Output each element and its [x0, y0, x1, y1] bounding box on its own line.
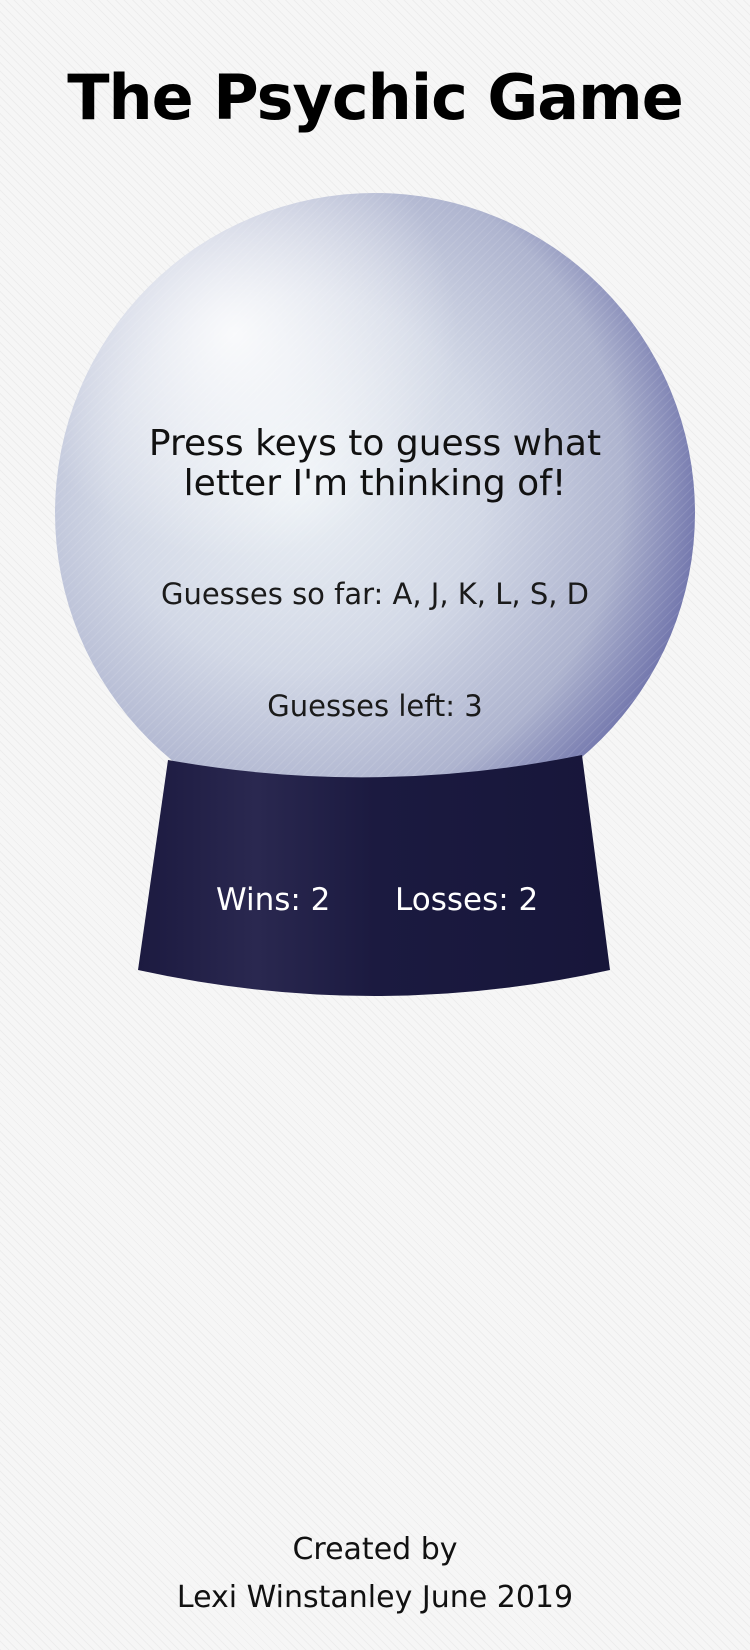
- footer-author: Lexi Winstanley June 2019: [176, 1580, 574, 1615]
- footer: Created by Lexi Winstanley June 2019: [0, 1526, 750, 1622]
- crystal-ball-stand: [138, 755, 610, 996]
- losses-counter: Losses: 2: [395, 882, 539, 918]
- wins-counter: Wins: 2: [216, 882, 331, 918]
- guesses-so-far: Guesses so far: A, J, K, L, S, D: [160, 577, 590, 611]
- instructions-text: Press keys to guess what letter I'm thin…: [148, 423, 602, 504]
- guesses-left: Guesses left: 3: [267, 689, 483, 723]
- footer-credit: Created by: [292, 1532, 458, 1567]
- crystal-ball: Press keys to guess what letter I'm thin…: [0, 0, 750, 1000]
